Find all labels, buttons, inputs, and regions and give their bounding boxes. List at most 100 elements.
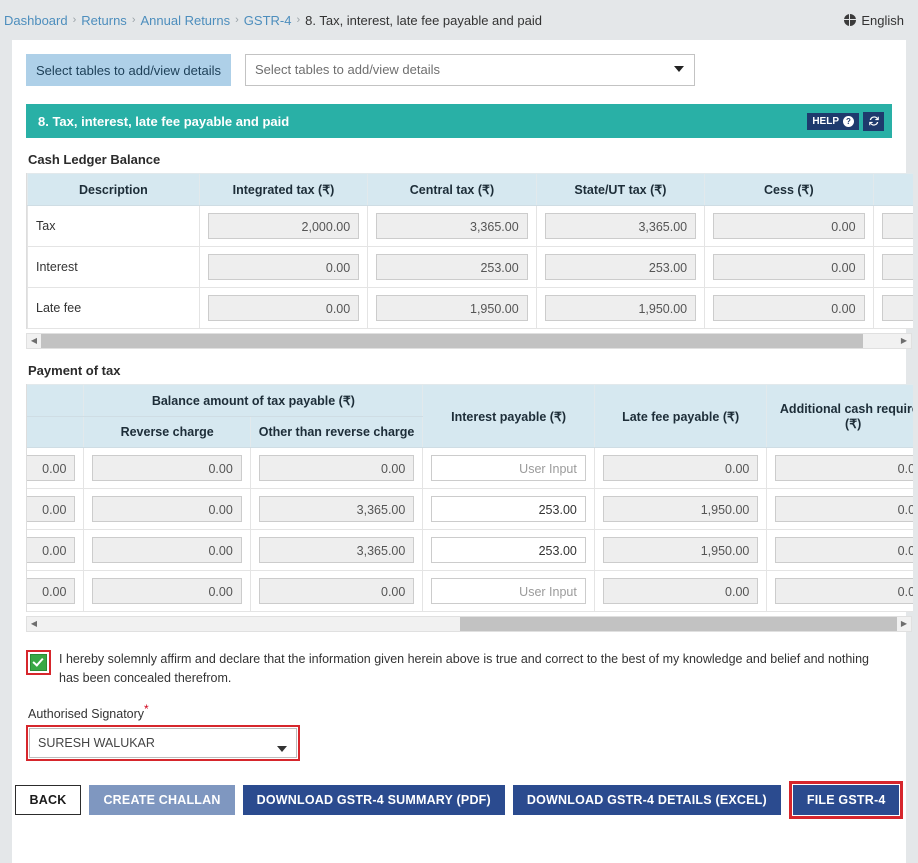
cash-ledger-cell: 253.00 bbox=[536, 247, 704, 288]
signatory-label: Authorised Signatory bbox=[28, 707, 144, 721]
payment-value-interest-payable[interactable]: 253.00 bbox=[431, 496, 586, 522]
payment-value-other-than-reverse: 3,365.00 bbox=[259, 496, 415, 522]
create-challan-button[interactable]: CREATE CHALLAN bbox=[89, 785, 234, 815]
required-marker: * bbox=[144, 702, 149, 716]
payment-cell: 0.00 bbox=[84, 448, 250, 489]
scrollbar-thumb[interactable] bbox=[460, 617, 897, 631]
declaration-row: I hereby solemnly affirm and declare tha… bbox=[26, 650, 892, 688]
table-selector-tag: Select tables to add/view details bbox=[26, 54, 231, 86]
cash-ledger-value-state: 1,950.00 bbox=[545, 295, 696, 321]
scrollbar-track[interactable] bbox=[41, 617, 897, 631]
breadcrumb-item-annual-returns[interactable]: Annual Returns bbox=[140, 13, 230, 28]
declaration-checkbox-highlight bbox=[26, 650, 51, 675]
payment-of-tax-table: (₹) Balance amount of tax payable (₹) In… bbox=[26, 384, 913, 612]
breadcrumb-item-dashboard[interactable]: Dashboard bbox=[4, 13, 68, 28]
cash-ledger-cell: 3,365.00 bbox=[536, 206, 704, 247]
download-gstr4-details-excel-button[interactable]: DOWNLOAD GSTR-4 DETAILS (EXCEL) bbox=[513, 785, 781, 815]
payment-cell: 0.00 bbox=[594, 448, 767, 489]
download-gstr4-summary-pdf-button[interactable]: DOWNLOAD GSTR-4 SUMMARY (PDF) bbox=[243, 785, 505, 815]
cash-ledger-cell: 0.00 bbox=[705, 247, 873, 288]
cash-ledger-value-cess: 0.00 bbox=[713, 213, 864, 239]
cash-ledger-value-cess: 0.00 bbox=[713, 295, 864, 321]
cash-ledger-col-cess: Cess (₹) bbox=[705, 174, 873, 206]
payment-of-tax-horizontal-scrollbar[interactable]: ◀ ▶ bbox=[26, 616, 912, 632]
cash-ledger-title: Cash Ledger Balance bbox=[28, 152, 892, 167]
payment-value-interest-payable[interactable]: 253.00 bbox=[431, 537, 586, 563]
payment-cell: 1,950.00 bbox=[594, 489, 767, 530]
table-row: 0.000.000.00User Input0.000.00 bbox=[26, 448, 913, 489]
scrollbar-track[interactable] bbox=[41, 334, 897, 348]
globe-icon bbox=[844, 14, 856, 26]
payment-cell: 0.00 bbox=[250, 448, 423, 489]
payment-value-late-fee: 1,950.00 bbox=[603, 537, 759, 563]
payment-value-additional-cash: 0.00 bbox=[775, 537, 913, 563]
payment-header-row-top: (₹) Balance amount of tax payable (₹) In… bbox=[26, 385, 913, 417]
breadcrumb-separator: › bbox=[235, 14, 239, 26]
cash-ledger-table: Description Integrated tax (₹) Central t… bbox=[27, 173, 913, 329]
cash-ledger-cell: 0.00 bbox=[199, 288, 367, 329]
payment-value-additional-cash: 0.00 bbox=[775, 455, 913, 481]
language-selector[interactable]: English bbox=[844, 13, 904, 28]
payment-col-late-fee-payable: Late fee payable (₹) bbox=[594, 385, 767, 448]
cash-ledger-cell: 506.00 bbox=[873, 247, 913, 288]
payment-col-other-than-reverse-charge: Other than reverse charge bbox=[250, 417, 423, 448]
payment-value-other-than-reverse: 3,365.00 bbox=[259, 537, 415, 563]
cash-ledger-cell: 3,365.00 bbox=[368, 206, 536, 247]
table-row: Interest 0.00 253.00 253.00 0.00 506.00 bbox=[28, 247, 914, 288]
signatory-dropdown[interactable]: SURESH WALUKAR bbox=[29, 728, 297, 758]
payment-value-late-fee: 1,950.00 bbox=[603, 496, 759, 522]
breadcrumb: Dashboard › Returns › Annual Returns › G… bbox=[4, 13, 844, 28]
scroll-right-arrow-icon[interactable]: ▶ bbox=[897, 334, 911, 348]
table-row: Late fee 0.00 1,950.00 1,950.00 0.00 3,9… bbox=[28, 288, 914, 329]
table-selector-dropdown[interactable]: Select tables to add/view details bbox=[245, 54, 695, 86]
cash-ledger-col-description: Description bbox=[28, 174, 200, 206]
payment-cell: 0.00 bbox=[84, 530, 250, 571]
cash-ledger-col-central: Central tax (₹) bbox=[368, 174, 536, 206]
cash-ledger-cell: 3,900.00 bbox=[873, 288, 913, 329]
breadcrumb-separator: › bbox=[132, 14, 136, 26]
payment-cell: 1,950.00 bbox=[594, 530, 767, 571]
cash-ledger-value-total: 3,900.00 bbox=[882, 295, 913, 321]
cash-ledger-value-total: 506.00 bbox=[882, 254, 913, 280]
file-gstr4-button[interactable]: FILE GSTR-4 bbox=[793, 785, 900, 815]
payment-col-clipped-bottom: verse bbox=[26, 417, 84, 448]
payment-of-tax-title: Payment of tax bbox=[28, 363, 892, 378]
cash-ledger-horizontal-scrollbar[interactable]: ◀ ▶ bbox=[26, 333, 912, 349]
scrollbar-thumb[interactable] bbox=[41, 334, 863, 348]
language-label: English bbox=[861, 13, 904, 28]
breadcrumb-item-returns[interactable]: Returns bbox=[81, 13, 127, 28]
scroll-left-arrow-icon[interactable]: ◀ bbox=[27, 617, 41, 631]
payment-value-additional-cash: 0.00 bbox=[775, 496, 913, 522]
payment-value-interest-payable[interactable]: User Input bbox=[431, 578, 586, 604]
declaration-checkbox[interactable] bbox=[30, 654, 47, 671]
breadcrumb-item-current: 8. Tax, interest, late fee payable and p… bbox=[305, 13, 542, 28]
payment-of-tax-viewport: (₹) Balance amount of tax payable (₹) In… bbox=[26, 384, 913, 612]
payment-value-interest-payable[interactable]: User Input bbox=[431, 455, 586, 481]
cash-ledger-cell: 2,000.00 bbox=[199, 206, 367, 247]
payment-cell: 0.00 bbox=[84, 489, 250, 530]
payment-value-other-than-reverse: 0.00 bbox=[259, 455, 415, 481]
refresh-button[interactable] bbox=[863, 112, 884, 131]
payment-value-additional-cash: 0.00 bbox=[775, 578, 913, 604]
declaration-text: I hereby solemnly affirm and declare tha… bbox=[59, 650, 892, 688]
table-selector-row: Select tables to add/view details Select… bbox=[26, 54, 892, 86]
payment-col-additional-cash: Additional cash required (₹) bbox=[767, 385, 913, 448]
scroll-right-arrow-icon[interactable]: ▶ bbox=[897, 617, 911, 631]
action-button-row: BACK CREATE CHALLAN DOWNLOAD GSTR-4 SUMM… bbox=[26, 781, 892, 819]
help-label: HELP bbox=[812, 116, 839, 127]
top-breadcrumb-bar: Dashboard › Returns › Annual Returns › G… bbox=[0, 0, 918, 40]
section-header: 8. Tax, interest, late fee payable and p… bbox=[26, 104, 892, 138]
cash-ledger-cell: 8,730.00 bbox=[873, 206, 913, 247]
breadcrumb-item-gstr4[interactable]: GSTR-4 bbox=[244, 13, 292, 28]
payment-cell: 3,365.00 bbox=[250, 489, 423, 530]
help-button[interactable]: HELP ? bbox=[807, 113, 859, 130]
table-row: Tax 2,000.00 3,365.00 3,365.00 0.00 8,73… bbox=[28, 206, 914, 247]
scroll-left-arrow-icon[interactable]: ◀ bbox=[27, 334, 41, 348]
section-header-actions: HELP ? bbox=[807, 112, 884, 131]
payment-of-tax-body: 0.000.000.00User Input0.000.000.000.003,… bbox=[26, 448, 913, 612]
payment-value-reverse-charge: 0.00 bbox=[92, 578, 241, 604]
back-button[interactable]: BACK bbox=[15, 785, 82, 815]
cash-ledger-cell: 1,950.00 bbox=[368, 288, 536, 329]
cash-ledger-col-state: State/UT tax (₹) bbox=[536, 174, 704, 206]
payment-cell: 0.00 bbox=[250, 571, 423, 612]
